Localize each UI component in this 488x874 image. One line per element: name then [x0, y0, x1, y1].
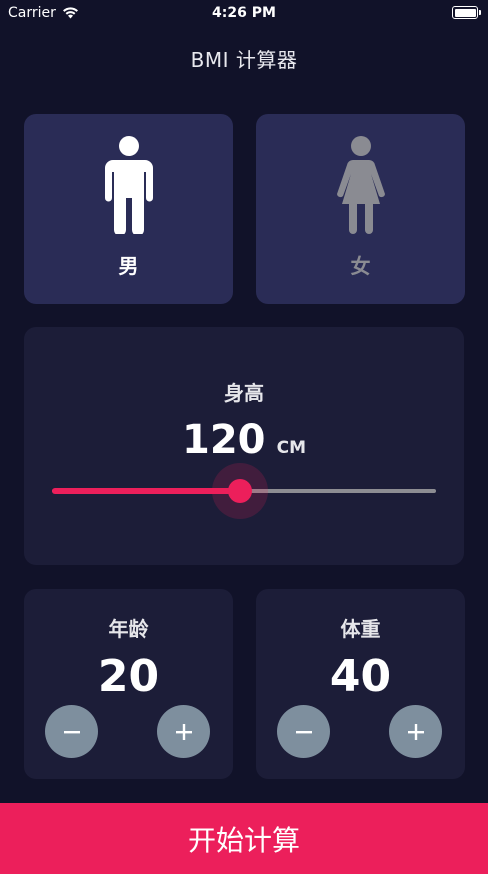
age-value: 20 [97, 651, 160, 702]
height-slider-thumb[interactable] [228, 479, 252, 503]
gender-male-card[interactable]: 男 [24, 114, 233, 304]
female-icon [336, 136, 385, 234]
age-card: 年龄 20 [24, 589, 233, 779]
weight-decrement-button[interactable] [277, 705, 330, 758]
age-increment-button[interactable] [157, 705, 210, 758]
plus-icon [175, 723, 192, 740]
age-title: 年龄 [108, 617, 149, 641]
battery-level [454, 8, 476, 17]
gender-female-label: 女 [350, 254, 371, 278]
height-unit: CM [276, 438, 306, 458]
height-title: 身高 [224, 381, 264, 405]
weight-title: 体重 [340, 617, 381, 641]
status-bar: Carrier 4:26 PM [0, 0, 488, 26]
gender-male-label: 男 [118, 254, 139, 278]
age-decrement-button[interactable] [45, 705, 98, 758]
male-icon [104, 136, 153, 234]
weight-increment-button[interactable] [389, 705, 442, 758]
height-slider[interactable] [52, 463, 436, 519]
calculate-button[interactable]: 开始计算 [0, 803, 488, 874]
height-value: 120 [182, 417, 266, 463]
gender-female-card[interactable]: 女 [256, 114, 465, 304]
height-readout: 120 CM [24, 417, 464, 463]
battery-icon [452, 6, 481, 19]
height-card: 身高 120 CM [24, 327, 464, 565]
weight-card: 体重 40 [256, 589, 465, 779]
weight-value: 40 [329, 651, 392, 702]
status-time: 4:26 PM [212, 5, 276, 21]
page-title: BMI 计算器 [190, 48, 298, 72]
minus-icon [295, 730, 312, 733]
minus-icon [63, 730, 80, 733]
plus-icon [407, 723, 424, 740]
